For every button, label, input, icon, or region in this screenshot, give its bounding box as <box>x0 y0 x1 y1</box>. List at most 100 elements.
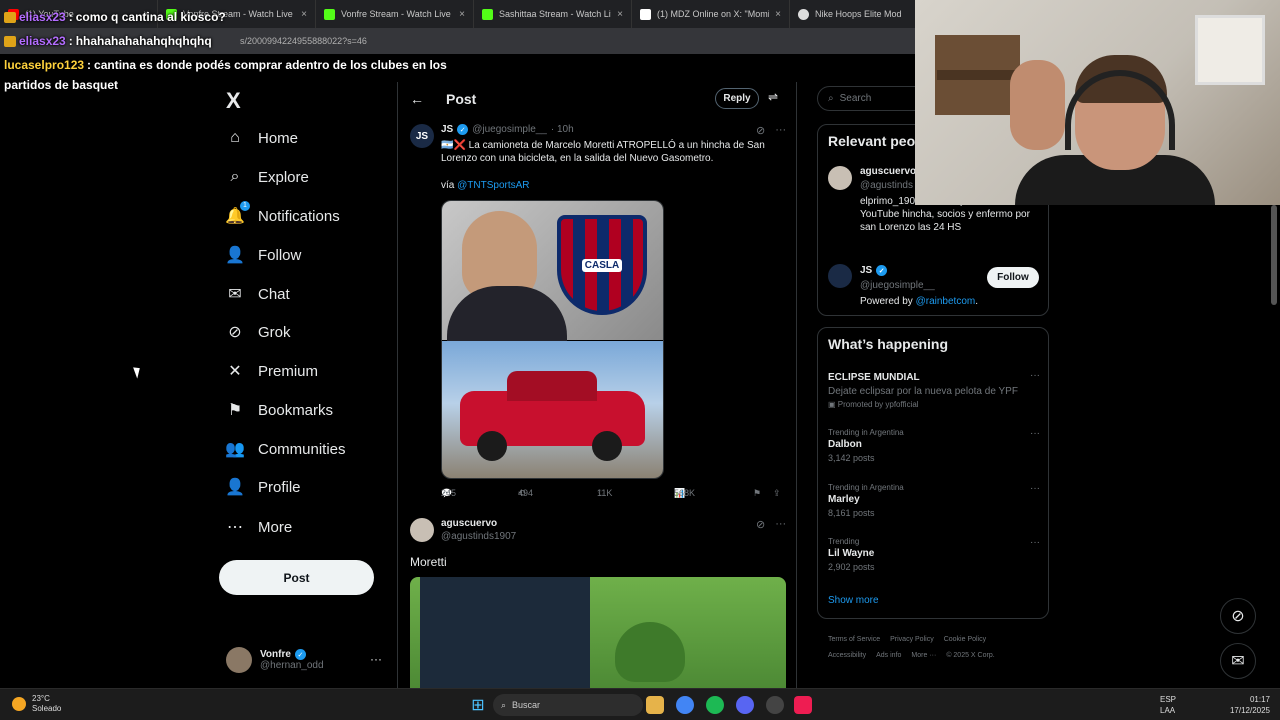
follow-button[interactable]: Follow <box>987 267 1039 288</box>
avatar[interactable] <box>828 264 852 288</box>
tiktok-icon[interactable] <box>794 696 812 714</box>
add-person-icon: 👤 <box>225 247 245 264</box>
promoted-icon: ▣ <box>828 400 836 409</box>
footer-link[interactable]: More ··· <box>911 652 936 659</box>
nav-grok[interactable]: ⊘ Grok <box>226 323 290 342</box>
grok-fab[interactable]: ⊘ <box>1220 598 1256 634</box>
close-icon[interactable]: × <box>775 9 781 20</box>
chat-message-continuation: partidos de basquet <box>4 78 119 92</box>
reply-header: aguscuervo @agustinds1907 <box>441 518 516 542</box>
reply-text: Moretti <box>410 555 447 569</box>
nav-bookmarks[interactable]: ⚑ Bookmarks <box>226 401 333 420</box>
nav-more[interactable]: ⋯ More <box>226 518 292 537</box>
nav-explore[interactable]: ⌕ Explore <box>226 168 309 186</box>
nav-notifications[interactable]: 🔔 1 Notifications <box>225 201 340 225</box>
grok-icon: ⊘ <box>1231 608 1245 625</box>
footer-link[interactable]: Ads info <box>876 652 901 659</box>
more-dots-icon[interactable]: ··· <box>1030 370 1040 381</box>
windows-taskbar: 23°C Soleado ⊞ ⌕ Buscar ESP LAA 01:17 17/12/… <box>0 688 1280 720</box>
reply-button[interactable]: Reply <box>715 88 759 109</box>
more-dots-icon[interactable]: ··· <box>775 124 786 137</box>
close-icon[interactable]: × <box>459 9 465 20</box>
subscriber-badge-icon <box>4 35 16 47</box>
url-text: s/2000994224955888022?s=46 <box>240 36 367 46</box>
person-handle[interactable]: @agustinds <box>860 180 913 191</box>
nav-premium[interactable]: ✕ Premium <box>226 362 318 381</box>
browser-tab[interactable]: Vonfre Stream - Watch Live on × <box>316 0 474 28</box>
tweet-image-truck[interactable] <box>442 341 663 478</box>
footer-link[interactable]: Cookie Policy <box>944 636 986 643</box>
footer-link[interactable]: Privacy Policy <box>890 636 934 643</box>
close-icon[interactable]: × <box>617 9 623 20</box>
more-dots-icon[interactable]: ··· <box>1030 483 1040 494</box>
tweet-media[interactable]: CASLA <box>441 200 664 479</box>
nav-communities[interactable]: 👥 Communities <box>225 440 345 459</box>
nav-profile[interactable]: 👤 Profile <box>225 478 300 497</box>
spotify-icon[interactable] <box>706 696 724 714</box>
language-indicator[interactable]: ESP LAA <box>1160 694 1176 716</box>
nav-home[interactable]: ⌂ Home <box>226 129 298 147</box>
author-name[interactable]: JS <box>441 124 453 135</box>
post-button[interactable]: Post <box>219 560 374 595</box>
weather-widget[interactable]: 23°C Soleado <box>12 694 61 714</box>
bell-icon: 🔔 1 <box>225 201 250 225</box>
person-name[interactable]: aguscuervo <box>860 166 916 177</box>
person-handle[interactable]: @juegosimple__ <box>860 280 935 291</box>
notification-count-badge: 1 <box>240 201 250 211</box>
home-icon: ⌂ <box>230 129 240 146</box>
browser-tab[interactable]: (1) MDZ Online on X: "Momi Gi × <box>632 0 790 28</box>
scrollbar[interactable] <box>1271 205 1277 305</box>
file-explorer-icon[interactable] <box>646 696 664 714</box>
more-dots-icon[interactable]: ··· <box>1030 428 1040 439</box>
footer-link[interactable]: Terms of Service <box>828 636 880 643</box>
footer-link[interactable]: Accessibility <box>828 652 866 659</box>
more-dots-icon[interactable]: ··· <box>370 652 382 666</box>
obs-icon[interactable] <box>766 696 784 714</box>
clock[interactable]: 01:17 17/12/2025 <box>1230 694 1270 716</box>
close-icon[interactable]: × <box>301 9 307 20</box>
reply-media[interactable] <box>410 577 786 688</box>
search-icon: ⌕ <box>828 93 834 104</box>
author-handle[interactable]: @juegosimple__ <box>472 124 547 135</box>
browser-tab[interactable]: Sashittaa Stream - Watch Live o× <box>474 0 632 28</box>
avatar[interactable] <box>828 166 852 190</box>
person-bio: Powered by @rainbetcom. <box>860 296 978 307</box>
chrome-icon[interactable] <box>676 696 694 714</box>
avatar[interactable]: JS <box>410 124 434 148</box>
globe-icon <box>798 8 809 20</box>
author-name[interactable]: aguscuervo <box>441 518 516 529</box>
trend-item[interactable]: Trending in Argentina Marley 8,161 posts… <box>828 483 1040 518</box>
avatar[interactable] <box>410 518 434 542</box>
trend-item[interactable]: Trending Lil Wayne 2,902 posts ··· <box>828 537 1040 572</box>
trend-item[interactable]: Trending in Argentina Dalbon 3,142 posts… <box>828 428 1040 463</box>
trend-item[interactable]: ECLIPSE MUNDIAL Dejate eclipsar por la n… <box>828 370 1040 409</box>
sliders-icon[interactable]: ⇌ <box>768 90 778 104</box>
author-handle[interactable]: @agustinds1907 <box>441 531 516 542</box>
nav-chat[interactable]: ✉ Chat <box>226 285 289 304</box>
webcam-overlay <box>915 0 1280 205</box>
tweet-time[interactable]: · 10h <box>551 124 574 135</box>
back-arrow-icon[interactable]: ← <box>410 91 424 107</box>
more-dots-icon[interactable]: ··· <box>775 518 786 531</box>
bookmark-icon[interactable]: ⚑ <box>753 488 761 499</box>
more-dots-icon[interactable]: ··· <box>1030 537 1040 548</box>
kick-icon <box>324 8 335 20</box>
communities-icon: 👥 <box>225 441 245 458</box>
more-circle-icon: ⋯ <box>227 519 243 536</box>
discord-icon[interactable] <box>736 696 754 714</box>
nav-follow[interactable]: 👤 Follow <box>225 246 301 265</box>
person-name-row[interactable]: JS ✓ <box>860 265 888 276</box>
show-more-link[interactable]: Show more <box>828 595 879 606</box>
mention-link[interactable]: @TNTSportsAR <box>457 180 529 191</box>
grok-icon[interactable]: ⊘ <box>756 518 765 531</box>
account-switcher[interactable]: Vonfre ✓ @hernan_odd ··· <box>226 642 386 678</box>
windows-start-icon[interactable]: ⊞ <box>469 696 487 714</box>
grok-icon[interactable]: ⊘ <box>756 124 765 137</box>
mention-link[interactable]: @rainbetcom <box>916 296 976 307</box>
messages-fab[interactable]: ✉ <box>1220 643 1256 679</box>
panel-title: What’s happening <box>828 336 949 352</box>
tweet-image-portrait[interactable]: CASLA <box>442 201 663 346</box>
account-handle: @hernan_odd <box>260 660 324 671</box>
share-icon[interactable]: ⇪ <box>773 488 781 499</box>
taskbar-search[interactable]: ⌕ Buscar <box>493 694 643 716</box>
